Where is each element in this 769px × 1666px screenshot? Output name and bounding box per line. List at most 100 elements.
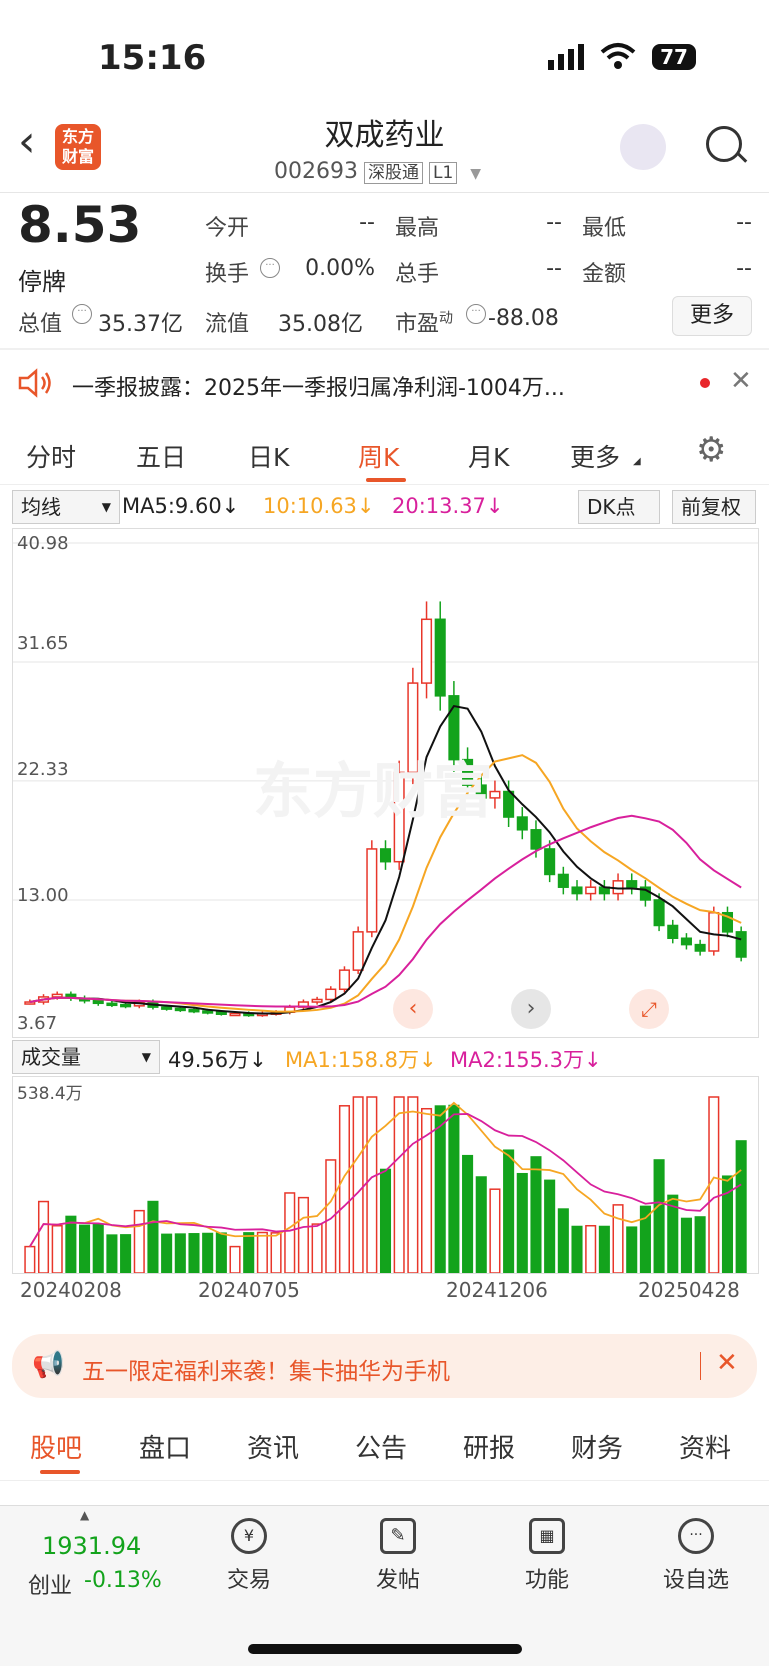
close-icon[interactable]: ✕: [730, 366, 752, 396]
ma-select[interactable]: 均线 ▼: [12, 490, 120, 524]
tab-more[interactable]: 更多: [570, 438, 620, 474]
candle-body: [188, 1008, 200, 1013]
chevron-left-icon[interactable]: ‹: [393, 989, 433, 1029]
pe-label: 市盈动: [395, 306, 453, 338]
dk-point-button[interactable]: DK点: [578, 490, 660, 524]
candle-body: [434, 618, 446, 697]
search-icon[interactable]: [706, 126, 742, 162]
candle-body: [311, 998, 323, 1003]
tab-daily-k[interactable]: 日K: [248, 438, 289, 474]
chevron-right-icon[interactable]: ›: [511, 989, 551, 1029]
status-bar: 15:16 77: [0, 0, 769, 110]
index-value[interactable]: 1931.94: [42, 1532, 141, 1560]
volume-bar: [489, 1188, 501, 1273]
volume-bar: [24, 1245, 36, 1273]
volume-bar: [256, 1231, 268, 1273]
volume-bar: [653, 1159, 665, 1273]
more-button[interactable]: 更多: [672, 296, 752, 336]
tab-profile[interactable]: 资料: [679, 1428, 731, 1465]
tab-monthly-k[interactable]: 月K: [468, 438, 509, 474]
low-value: --: [736, 210, 752, 235]
volume-bar: [297, 1196, 309, 1273]
volume-value: --: [546, 256, 562, 281]
volume-bar: [530, 1156, 542, 1273]
volume-select-label: 成交量: [21, 1045, 81, 1069]
nav-functions-label: 功能: [524, 1568, 569, 1593]
tab-financials[interactable]: 财务: [571, 1428, 623, 1465]
volume-bar: [680, 1217, 692, 1273]
tab-research[interactable]: 研报: [463, 1428, 515, 1465]
volume-label: 总手: [395, 262, 440, 287]
index-name: 创业: [28, 1574, 73, 1599]
announcement-text: 一季报披露：2025年一季报归属净利润-1004万...: [72, 376, 565, 401]
date-label-2: 20240705: [198, 1278, 300, 1302]
active-tab-indicator: [366, 478, 406, 482]
volume-ma1: MA1:158.8万↓: [285, 1048, 437, 1072]
volume-bar: [366, 1096, 378, 1273]
candle-body: [557, 873, 569, 888]
tab-intraday[interactable]: 分时: [26, 438, 76, 474]
candle-body: [735, 931, 747, 958]
candle-body: [51, 993, 63, 998]
volume-bar: [708, 1096, 720, 1273]
volume-bar: [188, 1233, 200, 1273]
wifi-icon: [600, 43, 636, 69]
active-tab-indicator: [40, 1470, 80, 1474]
candle-body: [708, 911, 720, 952]
volume-bar: [106, 1234, 118, 1273]
y-label-3: 22.33: [17, 759, 69, 780]
volume-bar: [133, 1209, 145, 1273]
stock-code-row[interactable]: 002693 深股通 L1 ▼: [274, 158, 481, 184]
stock-header: ‹ 东方财富 双成药业 002693 深股通 L1 ▼: [0, 110, 769, 192]
robot-assistant-icon[interactable]: [620, 124, 666, 170]
caret-icon: ◢: [633, 456, 641, 467]
volume-bar: [612, 1204, 624, 1273]
kline-chart[interactable]: 40.98 31.65 22.33 13.00 3.67 东方财富 ‹ › ⤢: [12, 528, 759, 1038]
ma-select-label: 均线: [21, 495, 61, 519]
nav-trade[interactable]: ¥ 交易: [199, 1518, 299, 1594]
tab-weekly-k[interactable]: 周K: [358, 438, 399, 474]
info-icon[interactable]: ···: [72, 304, 92, 324]
announcement-bar[interactable]: 一季报披露：2025年一季报归属净利润-1004万... ✕: [0, 350, 769, 416]
volume-bar: [379, 1168, 392, 1273]
candle-body: [571, 886, 583, 895]
nav-watchlist[interactable]: ··· 设自选: [646, 1518, 746, 1594]
nav-post[interactable]: ✎ 发帖: [348, 1518, 448, 1594]
nav-functions[interactable]: ▦ 功能: [497, 1518, 597, 1594]
market-cap-value: 35.37亿: [98, 312, 183, 337]
volume-select[interactable]: 成交量 ▼: [12, 1040, 160, 1074]
info-icon[interactable]: ···: [466, 304, 486, 324]
volume-bar: [462, 1154, 474, 1273]
settings-icon[interactable]: ⚙: [696, 430, 726, 470]
volume-bar: [448, 1104, 460, 1273]
volume-bar: [147, 1200, 159, 1273]
info-icon[interactable]: ···: [260, 258, 280, 278]
volume-bar: [393, 1096, 405, 1273]
volume-svg: [24, 1096, 747, 1273]
expand-icon[interactable]: ⤢: [629, 989, 669, 1029]
y-label-2: 31.65: [17, 633, 69, 654]
low-label: 最低: [582, 216, 627, 241]
candle-body: [325, 988, 337, 1001]
candle-body: [503, 790, 515, 818]
adjust-button[interactable]: 前复权: [672, 490, 756, 524]
candle-body: [106, 1002, 118, 1007]
tab-news[interactable]: 资讯: [247, 1428, 299, 1465]
tab-five-day[interactable]: 五日: [136, 438, 186, 474]
close-icon[interactable]: ✕: [716, 1348, 738, 1378]
ma5-value: MA5:9.60↓: [122, 494, 240, 518]
volume-bar: [174, 1233, 186, 1273]
volume-chart[interactable]: 538.4万: [12, 1076, 759, 1274]
tab-forum[interactable]: 股吧: [30, 1428, 82, 1465]
caret-up-icon: ▲: [80, 1508, 90, 1522]
chart-toolbar: 均线 ▼ MA5:9.60↓ 10:10.63↓ 20:13.37↓ DK点 前复…: [0, 488, 769, 528]
last-price: 8.53: [18, 196, 142, 254]
volume-bar: [735, 1140, 747, 1273]
tab-announcements[interactable]: 公告: [355, 1428, 407, 1465]
volume-bar: [503, 1149, 515, 1273]
tab-orderbook[interactable]: 盘口: [139, 1428, 191, 1465]
candle-body: [626, 880, 638, 888]
candle-body: [202, 1010, 214, 1014]
amount-label: 金额: [582, 262, 627, 287]
promo-banner[interactable]: 📢 五一限定福利来袭！集卡抽华为手机 ✕: [12, 1334, 757, 1398]
